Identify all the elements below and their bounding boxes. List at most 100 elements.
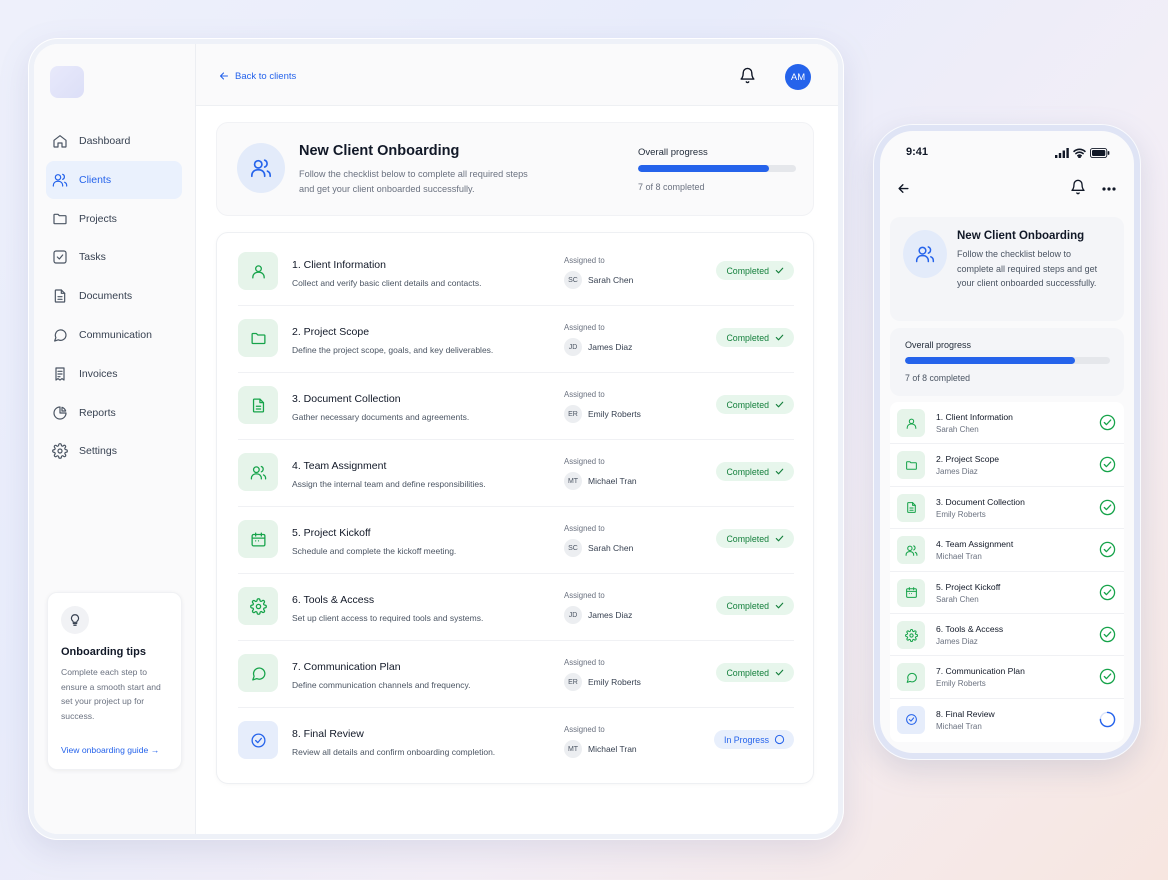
assignee-avatar: MT — [564, 472, 582, 490]
sidebar: Dashboard Clients Projects Tasks Documents Co… — [34, 44, 196, 834]
phone-progress-card: Overall progress 7 of 8 completed — [890, 328, 1124, 396]
sidebar-item-reports[interactable]: Reports — [46, 394, 182, 432]
onboarding-header: New Client Onboarding Follow the checkli… — [216, 122, 814, 216]
status-time: 9:41 — [906, 146, 929, 158]
table-row[interactable]: 7. Communication Plan Define communicatio… — [238, 641, 794, 708]
list-item[interactable]: 8. Final Review Michael Tran — [890, 699, 1124, 741]
chart-icon — [52, 405, 68, 421]
check-icon — [775, 334, 784, 341]
assignee-name: Emily Roberts — [936, 679, 986, 689]
status-badge: Completed — [716, 261, 794, 280]
users-icon — [237, 143, 285, 193]
step-title: 4. Team Assignment — [292, 460, 387, 472]
wifi-icon — [1073, 148, 1086, 158]
list-item[interactable]: 4. Team Assignment Michael Tran — [890, 529, 1124, 572]
step-description: Schedule and complete the kickoff meetin… — [292, 546, 457, 556]
sidebar-item-projects[interactable]: Projects — [46, 200, 182, 238]
list-item[interactable]: 3. Document Collection Emily Roberts — [890, 487, 1124, 530]
list-item[interactable]: 1. Client Information Sarah Chen — [890, 402, 1124, 445]
step-title: 2. Project Scope — [936, 454, 1000, 465]
document-icon — [238, 386, 278, 424]
assignee-name: James Diaz — [588, 610, 633, 620]
status-badge: Completed — [716, 328, 794, 347]
top-bar: Back to clients AM — [196, 44, 838, 106]
check-circle-icon — [1099, 414, 1116, 431]
check-icon — [775, 267, 784, 274]
assigned-to-label: Assigned to — [564, 323, 605, 332]
user-avatar[interactable]: AM — [785, 64, 811, 90]
more-icon[interactable] — [1102, 187, 1116, 191]
page-title: New Client Onboarding — [299, 143, 460, 159]
progress-bar — [638, 165, 796, 172]
assignee-name: Emily Roberts — [936, 509, 986, 519]
table-row[interactable]: 6. Tools & Access Set up client access to… — [238, 574, 794, 641]
table-row[interactable]: 1. Client Information Collect and verify … — [238, 239, 794, 306]
table-row[interactable]: 5. Project Kickoff Schedule and complete … — [238, 507, 794, 574]
arrow-left-icon — [219, 72, 229, 80]
calendar-icon — [238, 520, 278, 558]
assignee-avatar: MT — [564, 740, 582, 758]
step-status — [1099, 626, 1116, 643]
lightbulb-icon — [61, 606, 89, 634]
table-row[interactable]: 2. Project Scope Define the project scope… — [238, 306, 794, 373]
assignee: ER Emily Roberts — [564, 405, 641, 423]
gear-icon — [897, 621, 925, 649]
status-badge: Completed — [716, 395, 794, 414]
status-badge: Completed — [716, 462, 794, 481]
status-badge: Completed — [716, 529, 794, 548]
phone-page-title: New Client Onboarding — [957, 230, 1085, 242]
folder-icon — [238, 319, 278, 357]
step-title: 4. Team Assignment — [936, 539, 1014, 550]
assignee: MT Michael Tran — [564, 740, 637, 758]
assigned-to-label: Assigned to — [564, 256, 605, 265]
assigned-to-label: Assigned to — [564, 658, 605, 667]
check-icon — [775, 468, 784, 475]
step-title: 7. Communication Plan — [936, 666, 1025, 677]
phone-progress-count: 7 of 8 completed — [905, 373, 971, 383]
list-item[interactable]: 2. Project Scope James Diaz — [890, 444, 1124, 487]
assignee-name: James Diaz — [936, 637, 978, 646]
sidebar-item-dashboard[interactable]: Dashboard — [46, 122, 182, 160]
table-row[interactable]: 4. Team Assignment Assign the internal te… — [238, 440, 794, 507]
sidebar-item-clients[interactable]: Clients — [46, 160, 182, 199]
check-icon — [775, 602, 784, 609]
step-title: 2. Project Scope — [292, 326, 370, 338]
list-item[interactable]: 6. Tools & Access James Diaz — [890, 614, 1124, 657]
phone-progress-bar — [905, 357, 1110, 364]
sidebar-item-label: Communication — [79, 328, 152, 341]
assignee-name: Michael Tran — [588, 476, 637, 486]
list-item[interactable]: 7. Communication Plan Emily Roberts — [890, 656, 1124, 699]
sidebar-item-documents[interactable]: Documents — [46, 277, 182, 315]
sidebar-item-invoices[interactable]: Invoices — [46, 355, 182, 393]
sidebar-item-communication[interactable]: Communication — [46, 316, 182, 354]
status-text: Completed — [726, 600, 769, 611]
sidebar-item-label: Tasks — [79, 251, 106, 264]
bell-icon[interactable] — [739, 67, 756, 84]
step-title: 1. Client Information — [292, 259, 386, 271]
step-description: Assign the internal team and define resp… — [292, 479, 486, 489]
table-row[interactable]: 8. Final Review Review all details and co… — [238, 708, 794, 778]
back-to-clients-link[interactable]: Back to clients — [218, 70, 296, 82]
signal-icon — [1055, 148, 1069, 158]
step-title: 1. Client Information — [936, 412, 1013, 422]
list-item[interactable]: 5. Project Kickoff Sarah Chen — [890, 572, 1124, 614]
step-description: Define communication channels and freque… — [292, 680, 471, 690]
view-onboarding-guide-link[interactable]: View onboarding guide → — [61, 745, 159, 755]
bell-icon[interactable] — [1070, 179, 1086, 195]
assignee-name: Emily Roberts — [588, 409, 641, 419]
step-status — [1099, 668, 1116, 685]
arrow-left-icon[interactable] — [896, 181, 911, 196]
gear-icon — [52, 443, 68, 460]
sidebar-item-tasks[interactable]: Tasks — [46, 238, 182, 276]
sidebar-item-settings[interactable]: Settings — [46, 432, 182, 470]
phone-onboarding-header: New Client Onboarding Follow the checkli… — [890, 217, 1124, 321]
phone-steps-list: 1. Client Information Sarah Chen 2. Projec… — [890, 402, 1124, 742]
assignee: SC Sarah Chen — [564, 271, 633, 289]
circle-icon — [774, 734, 785, 745]
status-text: Completed — [726, 667, 769, 678]
assignee: JD James Diaz — [564, 606, 632, 624]
check-icon — [775, 535, 784, 542]
app-logo — [50, 66, 84, 98]
table-row[interactable]: 3. Document Collection Gather necessary d… — [238, 373, 794, 440]
step-description: Set up client access to required tools a… — [292, 613, 484, 623]
